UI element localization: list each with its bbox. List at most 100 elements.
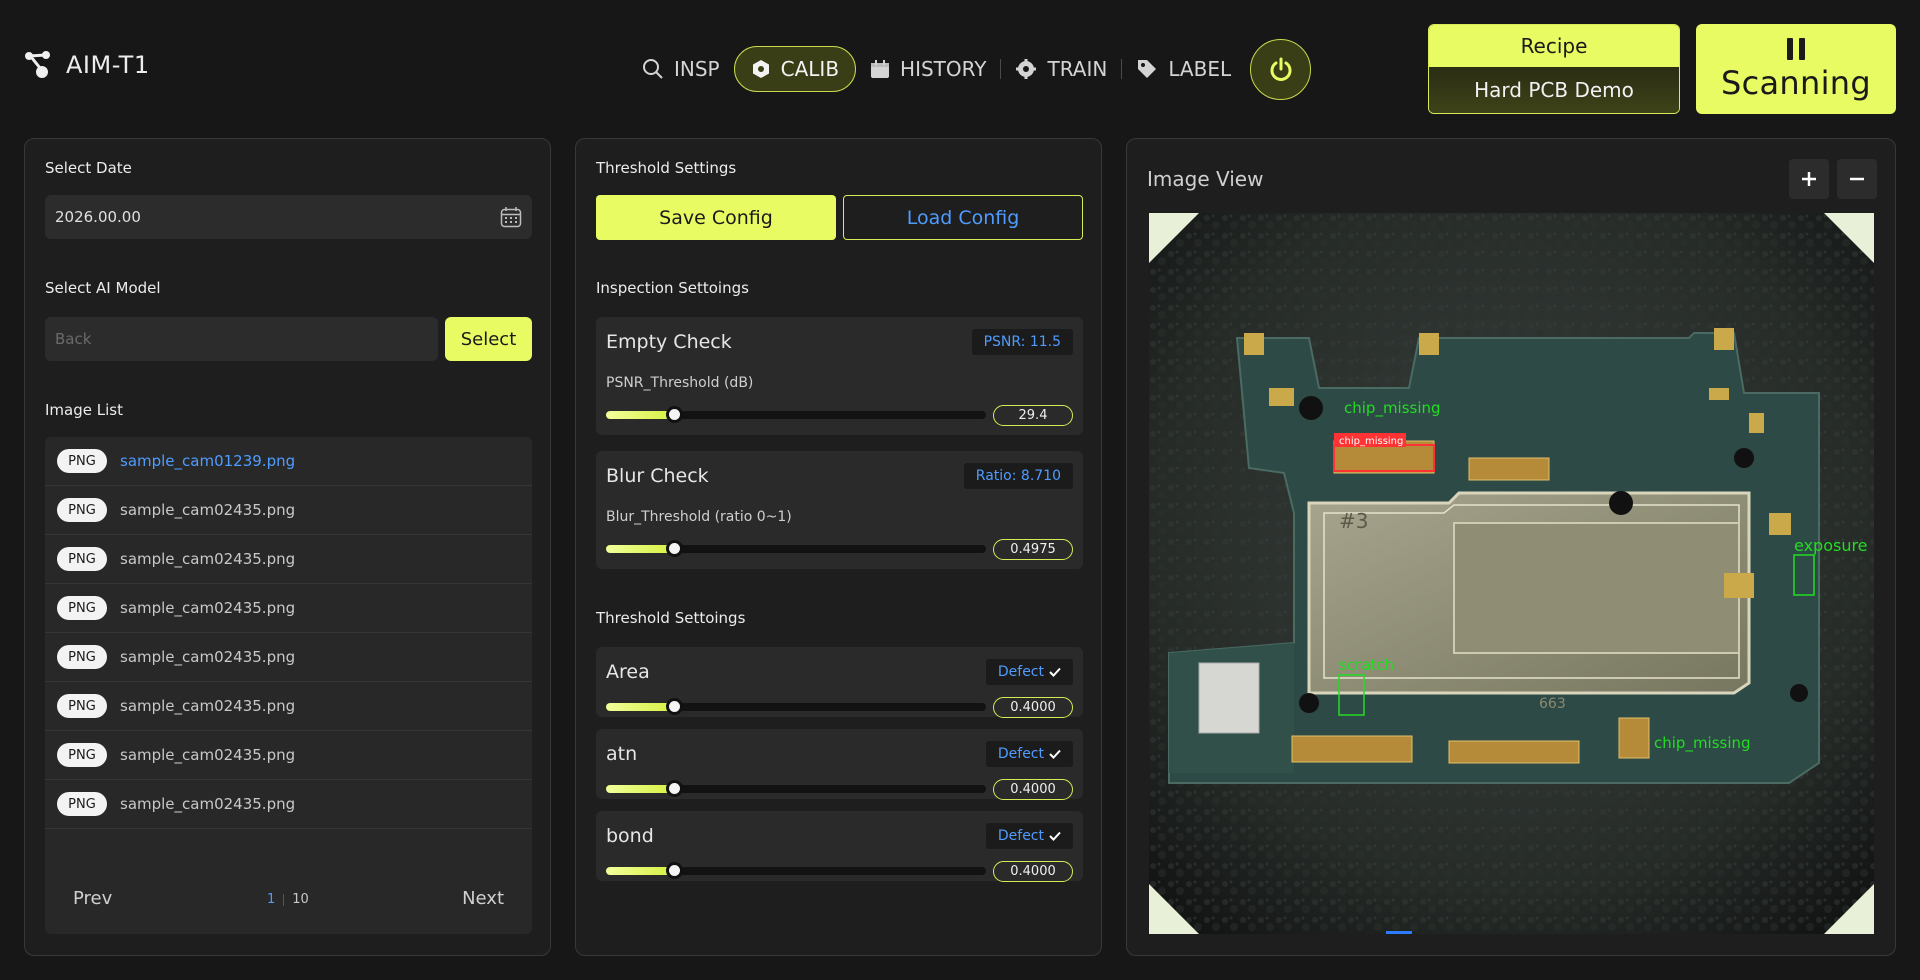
pcb-mark: #3	[1339, 509, 1368, 533]
slider-fill	[606, 411, 675, 419]
defect-slider[interactable]	[606, 780, 986, 797]
ratio-badge: Ratio: 8.710	[963, 463, 1073, 489]
image-file-name: sample_cam02435.png	[120, 599, 296, 617]
scanning-button[interactable]: Scanning	[1696, 24, 1896, 114]
nav-history-label: HISTORY	[900, 57, 987, 81]
image-list-item[interactable]: PNG sample_cam02435.png	[45, 535, 532, 584]
detection-label: chip_missing	[1344, 399, 1441, 418]
image-list-item[interactable]: PNG sample_cam02435.png	[45, 731, 532, 780]
next-button[interactable]: Next	[462, 888, 504, 909]
image-file-name: sample_cam02435.png	[120, 501, 296, 519]
page-current[interactable]: 1	[267, 892, 275, 907]
image-list-item[interactable]: PNG sample_cam02435.png	[45, 584, 532, 633]
header: AIM-T1 INSP CALIB HISTORY TRAIN LABEL Re…	[0, 0, 1920, 140]
file-type-badge: PNG	[57, 743, 107, 767]
nav-label[interactable]: LABEL	[1122, 46, 1245, 92]
calendar-icon	[871, 60, 890, 78]
defect-badge[interactable]: Defect	[985, 823, 1073, 849]
hexagon-icon	[752, 60, 769, 78]
defect-slider[interactable]	[606, 698, 986, 715]
page-total[interactable]: 10	[292, 892, 309, 907]
image-list-item[interactable]: PNG sample_cam02435.png	[45, 780, 532, 829]
scroll-indicator	[1386, 931, 1412, 934]
nav-train-label: TRAIN	[1047, 57, 1108, 81]
blur-slider[interactable]	[606, 540, 986, 557]
defect-badge[interactable]: Defect	[985, 659, 1073, 685]
app-name: AIM-T1	[66, 51, 150, 79]
save-config-button[interactable]: Save Config	[596, 195, 836, 240]
recipe-value: Hard PCB Demo	[1429, 67, 1679, 113]
image-viewport[interactable]: #3 663 chip_missing chip_missing exposur…	[1149, 213, 1874, 934]
slider-handle[interactable]	[666, 862, 684, 879]
select-model-button[interactable]: Select	[445, 317, 532, 361]
model-input[interactable]	[55, 330, 428, 348]
defect-badge[interactable]: Defect	[985, 741, 1073, 767]
nav-label-label: LABEL	[1168, 57, 1232, 81]
check-icon	[1049, 667, 1061, 677]
defect-title: atn	[606, 743, 638, 765]
nav-calib[interactable]: CALIB	[733, 46, 857, 92]
date-input[interactable]	[55, 208, 500, 226]
file-type-badge: PNG	[57, 449, 107, 473]
slider-fill	[606, 703, 675, 711]
slider-handle[interactable]	[666, 406, 684, 423]
file-type-badge: PNG	[57, 498, 107, 522]
nav-insp-label: INSP	[674, 57, 720, 81]
select-date-title: Select Date	[45, 159, 132, 177]
prev-button[interactable]: Prev	[73, 888, 112, 909]
defect-title: bond	[606, 825, 654, 847]
defect-value[interactable]: 0.4000	[993, 779, 1073, 800]
power-icon	[1270, 57, 1291, 81]
detection-label: exposure	[1794, 536, 1868, 555]
defect-threshold-card: atn Defect 0.4000	[596, 729, 1083, 800]
check-icon	[1049, 749, 1061, 759]
image-list-item[interactable]: PNG sample_cam01239.png	[45, 437, 532, 486]
image-list-item[interactable]: PNG sample_cam02435.png	[45, 682, 532, 731]
psnr-threshold-label: PSNR_Threshold (dB)	[606, 375, 754, 391]
threshold-settings-title: Threshold Settings	[596, 159, 737, 177]
image-file-name: sample_cam02435.png	[120, 550, 296, 568]
blur-check-title: Blur Check	[606, 465, 709, 487]
image-list: PNG sample_cam01239.png PNG sample_cam02435…	[45, 437, 532, 934]
image-list-item[interactable]: PNG sample_cam02435.png	[45, 486, 532, 535]
empty-check-title: Empty Check	[606, 331, 732, 353]
zoom-out-button[interactable]	[1837, 159, 1877, 199]
model-field[interactable]	[45, 317, 438, 361]
recipe-selector[interactable]: Recipe Hard PCB Demo	[1428, 24, 1680, 114]
date-field[interactable]	[45, 195, 532, 239]
blur-value[interactable]: 0.4975	[993, 539, 1073, 560]
file-type-badge: PNG	[57, 694, 107, 718]
blur-threshold-label: Blur_Threshold (ratio 0~1)	[606, 509, 792, 525]
defect-threshold-card: bond Defect 0.4000	[596, 811, 1083, 882]
image-file-name: sample_cam01239.png	[120, 452, 296, 470]
psnr-value[interactable]: 29.4	[993, 405, 1073, 426]
image-list-item[interactable]: PNG sample_cam02435.png	[45, 633, 532, 682]
image-file-name: sample_cam02435.png	[120, 746, 296, 764]
slider-handle[interactable]	[666, 540, 684, 557]
power-button[interactable]	[1250, 39, 1311, 100]
slider-handle[interactable]	[666, 698, 684, 715]
zoom-in-button[interactable]	[1789, 159, 1829, 199]
nav-train[interactable]: TRAIN	[1001, 46, 1121, 92]
gear-icon	[1016, 59, 1037, 79]
slider-handle[interactable]	[666, 780, 684, 797]
defect-slider[interactable]	[606, 862, 986, 879]
pause-icon	[1787, 38, 1805, 60]
load-config-button[interactable]: Load Config	[843, 195, 1083, 240]
inspection-settings-title: Inspection Settoings	[596, 279, 749, 297]
middle-panel: Threshold Settings Save Config Load Conf…	[575, 138, 1102, 956]
defect-title: Area	[606, 661, 650, 683]
psnr-slider[interactable]	[606, 406, 986, 423]
file-type-badge: PNG	[57, 596, 107, 620]
defect-value[interactable]: 0.4000	[993, 861, 1073, 882]
image-list-title: Image List	[45, 401, 123, 419]
nav-history[interactable]: HISTORY	[856, 46, 1000, 92]
file-type-badge: PNG	[57, 645, 107, 669]
nav-insp[interactable]: INSP	[628, 46, 734, 92]
calendar-icon[interactable]	[500, 206, 522, 228]
main-nav: INSP CALIB HISTORY TRAIN LABEL	[628, 46, 1245, 92]
pcb-image: #3 663 chip_missing chip_missing exposur…	[1149, 213, 1874, 934]
tag-icon	[1138, 60, 1157, 78]
defect-value[interactable]: 0.4000	[993, 697, 1073, 718]
recipe-label: Recipe	[1429, 25, 1679, 67]
